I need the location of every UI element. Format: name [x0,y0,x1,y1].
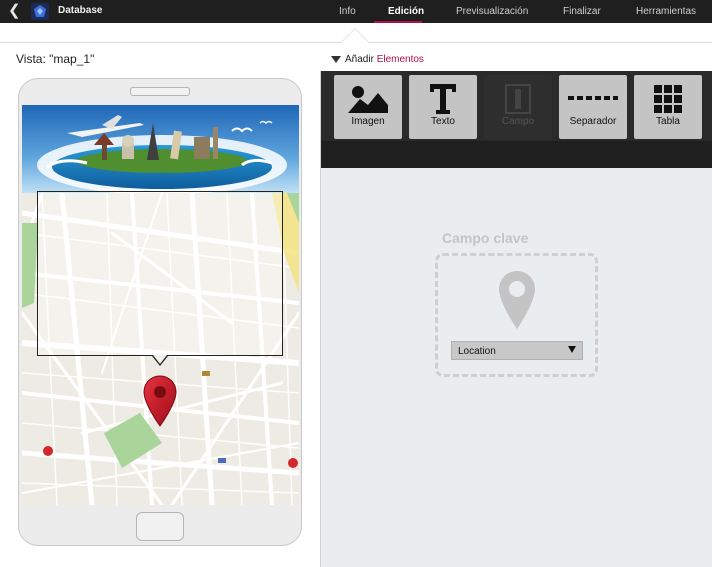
phone-speaker [130,87,190,96]
app-logo-icon [31,3,49,20]
dropdown-arrow-icon [568,346,576,353]
add-elements-accent: Elementos [376,54,424,65]
expand-triangle-icon [331,56,341,63]
back-arrow-icon[interactable]: ❮ [8,2,24,20]
tool-text-label: Texto [431,116,455,127]
image-icon [348,86,388,113]
tool-separator-label: Separador [569,116,617,127]
view-name-label: Vista: "map_1" [16,52,95,66]
key-field-select-value: Location [458,346,496,357]
active-tab-indicator [374,21,422,23]
app-title: Database [58,5,103,16]
tab-edicion[interactable]: Edición [388,6,424,17]
phone-home-button[interactable] [136,512,184,541]
tool-text-button[interactable]: Texto [409,75,477,139]
key-field-title: Campo clave [442,230,529,246]
field-icon [505,84,531,114]
tab-info[interactable]: Info [339,6,356,17]
tool-table-label: Tabla [656,116,680,127]
map-marker-icon[interactable] [143,375,177,427]
tool-field-button: Campo [484,75,552,139]
panel-pointer-caret [340,28,370,43]
tool-separator-button[interactable]: Separador [559,75,627,139]
travel-landmarks-image [22,105,299,193]
tool-field-label: Campo [501,116,535,127]
key-field-select[interactable]: Location [451,341,583,360]
separator-icon [568,96,618,100]
tool-image-label: Imagen [351,116,385,127]
tab-herramientas[interactable]: Herramientas [636,6,696,17]
top-nav-bar [0,0,712,23]
table-icon [654,85,682,113]
tab-finalizar[interactable]: Finalizar [563,6,601,17]
add-elements-toggle[interactable]: Añadir Elementos [331,54,424,65]
tool-table-button[interactable]: Tabla [634,75,702,139]
info-window-caret [152,355,168,366]
phone-screen [22,105,299,505]
tool-image-button[interactable]: Imagen [334,75,402,139]
add-elements-prefix: Añadir [345,54,374,65]
map-info-window [37,191,283,356]
tab-previsualizacion[interactable]: Previsualización [456,6,528,17]
map-pin-icon [499,271,535,329]
text-icon [430,84,456,114]
